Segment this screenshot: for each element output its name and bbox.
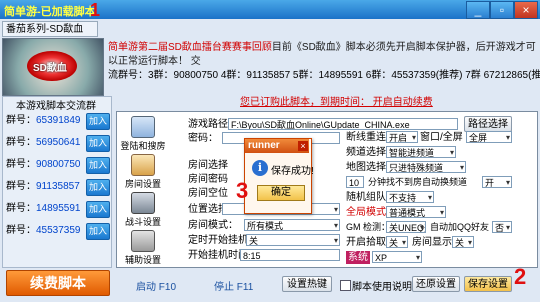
group-number: 65391849 <box>36 115 81 126</box>
disconnect-select[interactable]: 开启 <box>386 131 418 143</box>
map-select[interactable]: 只进特殊频道 <box>386 161 466 173</box>
stop-hotkey-text: 停止 F11 <box>214 282 254 293</box>
join-group-button[interactable]: 加入 <box>86 157 110 174</box>
tab-battle-settings[interactable]: 战斗设置 <box>118 192 168 228</box>
restore-settings-button[interactable]: 还原设置 <box>412 276 460 292</box>
group-number: 45537359 <box>36 225 81 236</box>
window-mode-label: 窗口/全屏 <box>420 132 463 143</box>
tab-room-settings[interactable]: 房间设置 <box>118 154 168 190</box>
game-banner: SD歃血 <box>2 38 104 96</box>
room-vacancy-label: 房间空位 <box>188 188 228 199</box>
maximize-button[interactable]: ▫ <box>490 1 514 19</box>
group-row: 群号：90800750 <box>6 159 81 170</box>
subscription-notice[interactable]: 您已订购此脚本，到期时间： 开启自动续费 <box>240 93 433 108</box>
timer-minutes-input[interactable]: 10 <box>346 176 364 188</box>
gear-icon <box>131 230 155 252</box>
room-display-select[interactable]: 关 <box>452 236 474 248</box>
join-group-button[interactable]: 加入 <box>86 223 110 240</box>
random-team-label: 随机组队 <box>346 192 386 203</box>
tab-assist-settings[interactable]: 辅助设置 <box>118 230 168 266</box>
join-group-button[interactable]: 加入 <box>86 135 110 152</box>
channel-label: 频道选择 <box>346 147 386 158</box>
global-mode-label: 全局模式 <box>346 207 386 218</box>
room-mode-label: 房间模式： <box>188 220 238 231</box>
room-display-label: 房间显示 <box>412 237 452 248</box>
group-number: 14895591 <box>36 203 81 214</box>
room-select-label: 房间选择 <box>188 160 228 171</box>
start-hosting-label: 定时开始挂机 <box>188 235 248 246</box>
group-row: 群号：56950641 <box>6 137 81 148</box>
pickup-label: 开启拾取 <box>346 237 386 248</box>
start-time-label: 开始挂机时间 <box>188 250 248 261</box>
magnifier-icon <box>131 116 155 138</box>
group-row: 群号：45537359 <box>6 225 81 236</box>
gm-detect-label: GM 检测： <box>346 222 390 232</box>
group-row: 群号：91135857 <box>6 181 80 192</box>
system-select[interactable]: XP <box>372 251 422 263</box>
annotation-marker-2: 2 <box>514 264 527 289</box>
pickup-select[interactable]: 关 <box>386 236 408 248</box>
map-label: 地图选择 <box>346 162 386 173</box>
timer-switch-select[interactable]: 开 <box>482 176 512 188</box>
disconnect-label: 断线重连 <box>346 132 386 143</box>
game-path-label: 游戏路径 <box>188 119 228 130</box>
minimize-button[interactable]: _ <box>466 1 490 19</box>
game-path-input[interactable]: F:\Byou\SD歃血Online\GUpdate_CHINA.exe <box>228 118 458 130</box>
annotation-marker-3: 3 <box>236 178 249 203</box>
dialog-ok-button[interactable]: 确定 <box>257 185 305 201</box>
tab-login-search[interactable]: 登陆和搜房设置 <box>118 116 168 164</box>
set-hotkey-button[interactable]: 设置热键 <box>282 276 332 292</box>
renew-script-button[interactable]: 续费脚本 <box>6 270 110 296</box>
join-group-button[interactable]: 加入 <box>86 201 110 218</box>
group-number: 56950641 <box>36 137 81 148</box>
tutorial-label[interactable]: 脚本使用说明 <box>352 278 412 293</box>
start-time-input[interactable]: 8:15 <box>240 249 340 261</box>
start-hotkey-text: 启动 F10 <box>136 282 177 293</box>
join-group-button[interactable]: 加入 <box>86 113 110 130</box>
info-icon: i <box>252 160 268 176</box>
auto-add-friend-select[interactable]: 否 <box>492 221 512 233</box>
group-row: 群号：14895591 <box>6 203 81 214</box>
sword-icon <box>131 192 155 214</box>
close-button[interactable]: × <box>514 1 538 19</box>
tutorial-checkbox[interactable] <box>340 280 351 291</box>
game-logo-text: SD歃血 <box>33 63 67 74</box>
dialog-message: 保存成功! <box>271 166 314 177</box>
group-panel-heading: 本游戏脚本交流群 <box>16 101 96 112</box>
room-icon <box>131 154 155 176</box>
window-mode-select[interactable]: 全屏 <box>466 131 512 143</box>
annotation-marker-1: 1 <box>90 0 101 20</box>
channel-select[interactable]: 智能进频道 <box>386 146 456 158</box>
global-mode-select[interactable]: 普通模式 <box>386 206 446 218</box>
room-mode-select[interactable]: 所有模式 <box>244 219 340 231</box>
qq-groups-line: 流群号：3群：90800750 4群：91135857 5群：14895591 … <box>108 70 540 81</box>
save-settings-button[interactable]: 保存设置 <box>464 276 512 292</box>
auto-add-friend-label: 自动加QQ好友 <box>430 222 490 232</box>
join-group-button[interactable]: 加入 <box>86 179 110 196</box>
start-hosting-select[interactable]: 关 <box>246 234 340 246</box>
room-password-label: 房间密码 <box>188 174 228 185</box>
announcement: 简单游第二届SD歃血擂台赛赛事回顾目前《SD歃血》脚本必须先开启脚本保护器，后开… <box>108 41 538 69</box>
random-team-select[interactable]: 不支持 <box>386 191 434 203</box>
path-select-button[interactable]: 路径选择 <box>464 116 512 132</box>
system-label: 系统 <box>346 251 370 264</box>
gm-detect-select[interactable]: 关UNEQ开 <box>386 221 426 233</box>
timer-text: 分钟找不到房自动换频道 <box>368 177 468 187</box>
dialog-close-button[interactable]: × <box>298 141 308 151</box>
group-number: 91135857 <box>36 181 80 192</box>
tab-script[interactable]: 番茄系列-SD歃血盟... <box>2 21 98 51</box>
group-number: 90800750 <box>36 159 81 170</box>
group-row: 群号：65391849 <box>6 115 81 126</box>
announcement-link[interactable]: 简单游第二届SD歃血擂台赛赛事回顾 <box>108 42 272 53</box>
password-label: 密码： <box>188 133 218 144</box>
window-title: 简单游-已加载脚本 <box>4 6 96 18</box>
